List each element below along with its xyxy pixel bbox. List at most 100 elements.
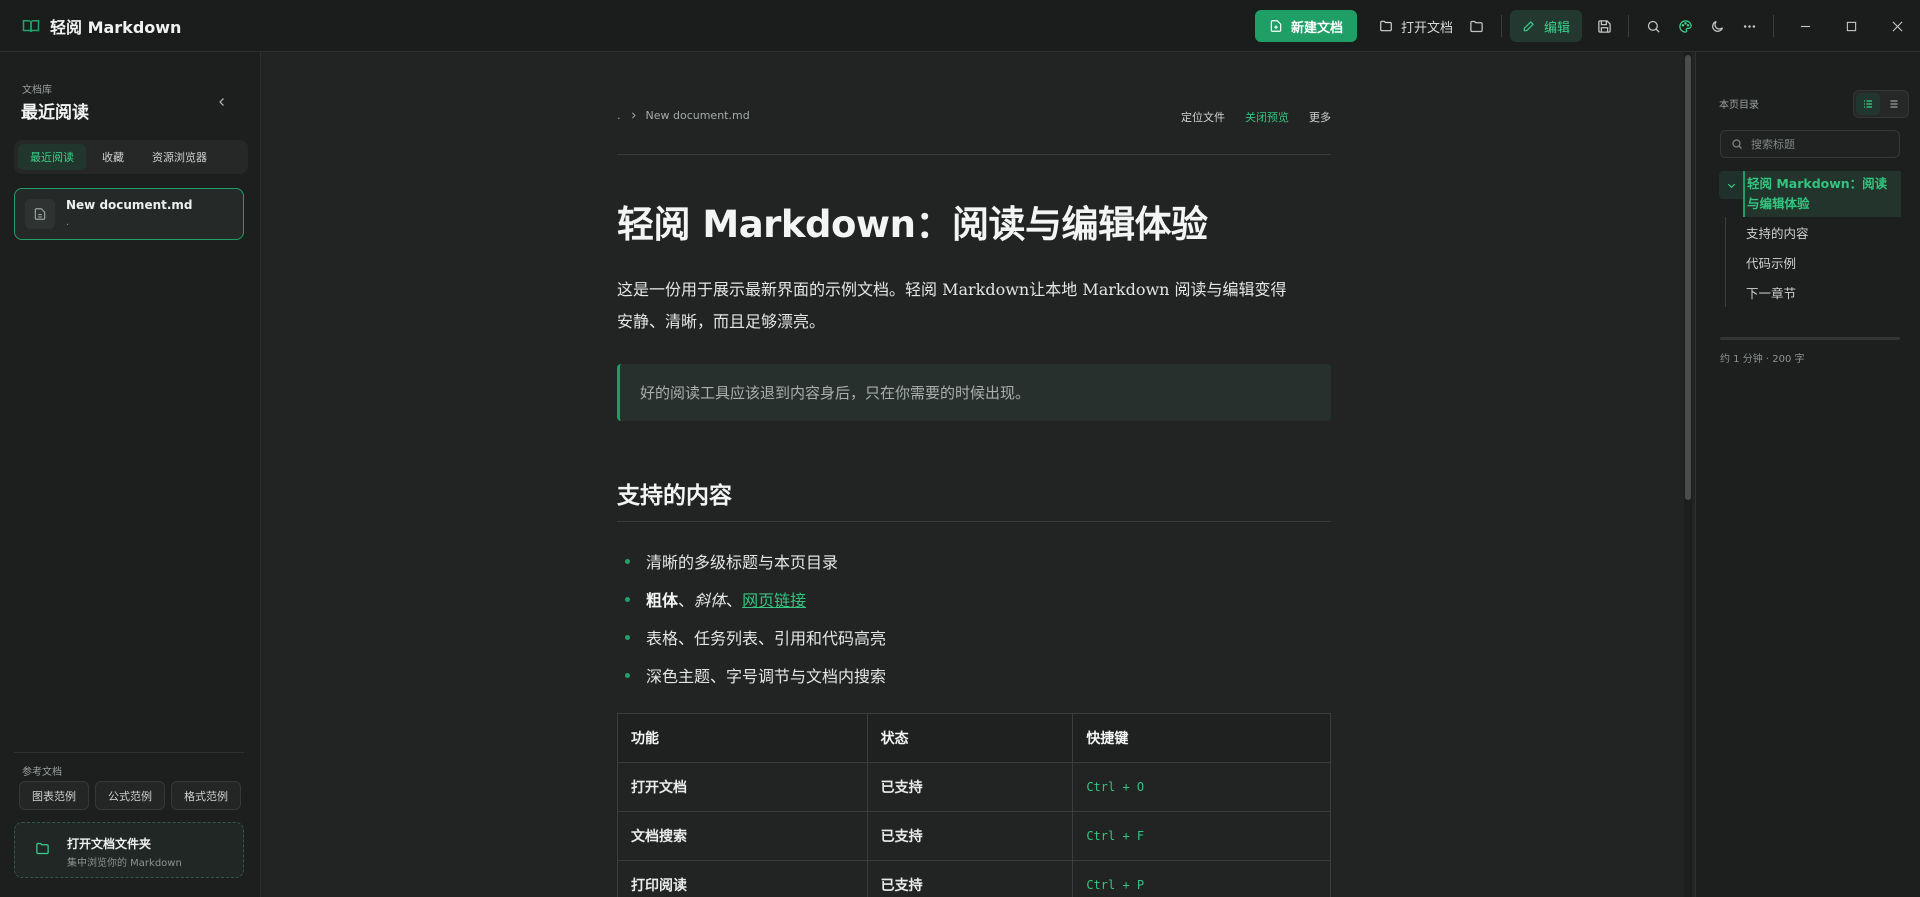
reading-progress-bar [1720,337,1900,340]
folder-icon [35,841,50,856]
open-folder-subtitle: 集中浏览你的 Markdown [67,858,182,869]
document-list-item[interactable]: New document.md . [14,188,244,240]
toc-heading-1[interactable]: 轻阅 Markdown：阅读与编辑体验 [1743,171,1901,217]
chevron-left-icon [216,96,228,108]
table-of-contents-panel: 本页目录 搜索标题 轻阅 Markdown：阅读与编辑体验 支持的内容 代码示例… [1696,52,1920,897]
separator-text: 、 [678,591,695,610]
document-path: . [66,217,70,228]
locate-file-link[interactable]: 定位文件 [1181,109,1225,125]
open-folder-title: 打开文档文件夹 [67,837,152,851]
file-icon [25,199,55,229]
file-plus-icon [1269,19,1283,33]
format-example-button[interactable]: 格式范例 [171,781,241,810]
toc-item[interactable]: 支持的内容 [1746,217,1901,247]
table-cell: 已支持 [866,762,1074,812]
save-icon [1597,19,1612,34]
more-horizontal-icon [1742,19,1757,34]
toc-flat-view-button[interactable] [1882,93,1906,115]
shortcut-code: Ctrl + F [1072,811,1331,861]
tab-recent[interactable]: 最近阅读 [18,144,86,170]
close-window-button[interactable] [1874,0,1920,52]
toc-search-placeholder: 搜索标题 [1751,138,1795,151]
dark-mode-button[interactable] [1701,10,1733,42]
bullet-list: 清晰的多级标题与本页目录 粗体、斜体、网页链接 表格、任务列表、引用和代码高亮 … [617,542,1331,694]
more-link[interactable]: 更多 [1309,109,1331,125]
intro-paragraph: 这是一份用于展示最新界面的示例文档。轻阅 Markdown让本地 Markdow… [617,274,1331,338]
minimize-button[interactable] [1782,0,1828,52]
list-tree-icon [1862,98,1874,110]
list-icon [1888,98,1900,110]
list-item-text: 深色主题、字号调节与文档内搜索 [646,667,887,686]
collapse-sidebar-button[interactable] [212,92,232,112]
document-actions: 定位文件 关闭预览 更多 [1181,109,1331,125]
separator-text: 、 [726,591,743,610]
table-header-cell: 状态 [866,713,1074,763]
sidebar-title: 最近阅读 [21,103,89,123]
toolbar-separator [1773,15,1774,37]
document-heading-1: 轻阅 Markdown：阅读与编辑体验 [617,203,1208,246]
document-scrollbar[interactable] [1684,52,1692,897]
divider [14,752,244,753]
breadcrumb-root[interactable]: . [617,109,621,122]
toolbar-separator [1628,15,1629,37]
app-window: 轻阅 Markdown 新建文档 打开文档 编辑 文档库 最近阅读 最近阅读 收… [0,0,1920,897]
edit-label: 编辑 [1543,20,1570,36]
toc-tree: 轻阅 Markdown：阅读与编辑体验 支持的内容 代码示例 下一章节 [1719,171,1901,307]
new-document-label: 新建文档 [1290,20,1343,36]
open-folder-card[interactable]: 打开文档文件夹 集中浏览你的 Markdown [14,822,244,878]
breadcrumb-file: New document.md [645,109,750,122]
chevron-right-icon [629,111,638,120]
toc-item[interactable]: 代码示例 [1746,247,1901,277]
open-folder-button[interactable] [1461,10,1493,42]
tab-favorites[interactable]: 收藏 [90,144,136,170]
toolbar-separator [1500,15,1502,37]
paragraph-line: 安静、清晰，而且足够漂亮。 [617,312,826,331]
breadcrumb: . New document.md [617,109,750,122]
open-document-button[interactable]: 打开文档 [1371,10,1461,42]
more-menu-button[interactable] [1733,10,1765,42]
document-heading-2: 支持的内容 [617,483,732,509]
chart-example-button[interactable]: 图表范例 [19,781,89,810]
brand: 轻阅 Markdown [0,14,260,38]
shortcut-code: Ctrl + P [1072,860,1331,897]
table-cell: 打印阅读 [617,860,868,897]
save-button[interactable] [1588,10,1620,42]
list-item: 表格、任务列表、引用和代码高亮 [617,618,1331,656]
edit-button[interactable]: 编辑 [1509,10,1582,42]
formula-example-button[interactable]: 公式范例 [95,781,165,810]
toc-item-active[interactable]: 轻阅 Markdown：阅读与编辑体验 [1719,171,1901,217]
moon-icon [1710,19,1725,34]
scrollbar-thumb[interactable] [1685,55,1691,500]
close-preview-link[interactable]: 关闭预览 [1245,109,1289,125]
folder-icon [1469,19,1484,34]
maximize-button[interactable] [1828,0,1874,52]
toc-view-toggle [1853,90,1909,118]
tab-explorer[interactable]: 资源浏览器 [140,144,219,170]
sidebar-tabs: 最近阅读 收藏 资源浏览器 [14,140,248,174]
document-view: . New document.md 定位文件 关闭预览 更多 轻阅 Markdo… [262,52,1688,897]
toolbar: 新建文档 打开文档 编辑 [1254,0,1920,52]
list-item: 清晰的多级标题与本页目录 [617,542,1331,580]
table-cell: 打开文档 [617,762,868,812]
left-sidebar: 文档库 最近阅读 最近阅读 收藏 资源浏览器 New document.md .… [0,52,261,897]
divider [617,521,1331,522]
search-button[interactable] [1637,10,1669,42]
toc-search-input[interactable]: 搜索标题 [1720,130,1900,158]
table-cell: 已支持 [866,860,1074,897]
table-row: 打开文档 已支持 Ctrl + O [617,762,1331,812]
toc-label: 本页目录 [1719,100,1759,111]
search-icon [1646,19,1661,34]
bold-text: 粗体 [646,591,679,610]
toc-children: 支持的内容 代码示例 下一章节 [1725,217,1901,307]
theme-button[interactable] [1669,10,1701,42]
toc-item[interactable]: 下一章节 [1746,277,1901,307]
table-cell: 文档搜索 [617,811,868,861]
web-link[interactable]: 网页链接 [742,587,806,611]
toc-tree-view-button[interactable] [1856,93,1880,115]
blockquote: 好的阅读工具应该退到内容身后，只在你需要的时候出现。 [617,364,1331,421]
blockquote-text: 好的阅读工具应该退到内容身后，只在你需要的时候出现。 [640,384,1031,402]
shortcut-code: Ctrl + O [1072,762,1331,812]
title-bar: 轻阅 Markdown 新建文档 打开文档 编辑 [0,0,1920,52]
chevron-down-icon[interactable] [1719,171,1743,199]
new-document-button[interactable]: 新建文档 [1254,10,1357,42]
